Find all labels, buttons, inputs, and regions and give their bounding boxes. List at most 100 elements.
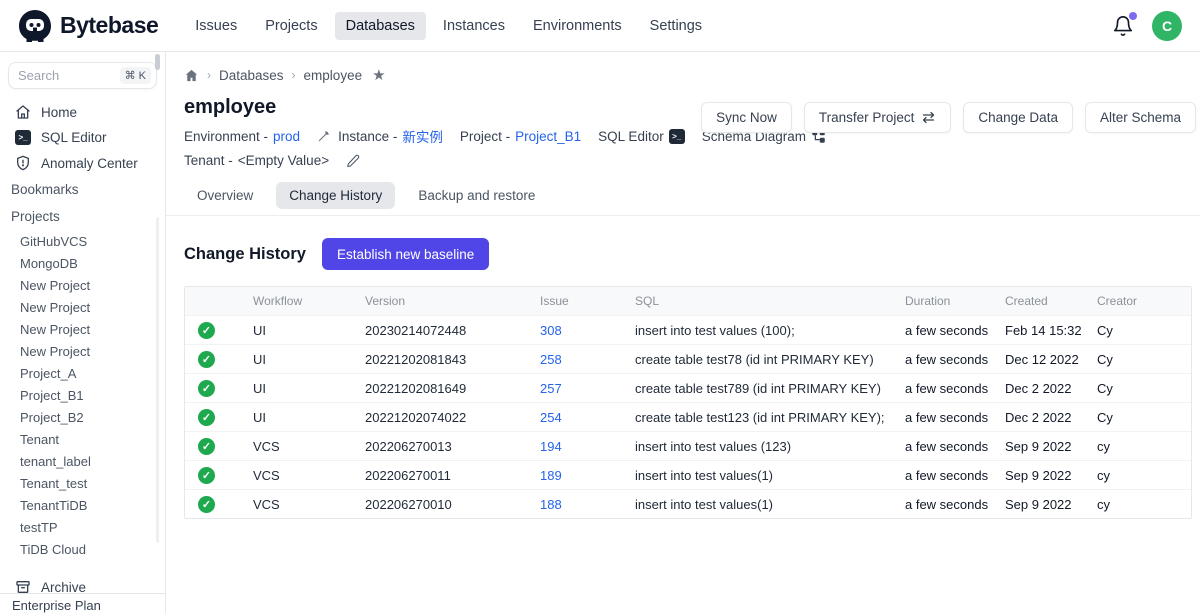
cell-duration: a few seconds [905,468,1005,483]
notifications-button[interactable] [1112,15,1134,37]
cell-issue-link[interactable]: 258 [540,352,635,367]
cell-issue-link[interactable]: 188 [540,497,635,512]
cell-version: 20221202081649 [365,381,540,396]
transfer-arrows-icon [921,111,936,124]
nav-item-projects[interactable]: Projects [254,12,328,40]
shield-icon [15,155,31,171]
sidebar-project-item[interactable]: New Project [0,274,165,296]
change-data-button[interactable]: Change Data [963,102,1073,133]
main-nav: Issues Projects Databases Instances Envi… [184,12,713,40]
sidebar-project-item[interactable]: Tenant_test [0,472,165,494]
sidebar-project-item[interactable]: tenant_label [0,450,165,472]
cell-created: Sep 9 2022 [1005,497,1097,512]
instance-link[interactable]: 新实例 [402,126,443,146]
sidebar-project-item[interactable]: Tenant [0,428,165,450]
transfer-project-button[interactable]: Transfer Project [804,102,952,133]
search-placeholder: Search [18,68,120,83]
cell-issue-link[interactable]: 257 [540,381,635,396]
sidebar-project-item[interactable]: Project_A [0,362,165,384]
main-content: › Databases › employee ★ employee Enviro… [166,52,1200,613]
change-history-table: Workflow Version Issue SQL Duration Crea… [184,286,1192,519]
user-avatar[interactable]: C [1152,11,1182,41]
table-row[interactable]: ✓ VCS 202206270010 188 insert into test … [185,489,1191,518]
table-row[interactable]: ✓ VCS 202206270013 194 insert into test … [185,431,1191,460]
sidebar-project-item[interactable]: Project_B2 [0,406,165,428]
sql-editor-shortcut[interactable]: SQL Editor >_ [598,129,685,144]
cell-issue-link[interactable]: 194 [540,439,635,454]
cell-duration: a few seconds [905,497,1005,512]
table-row[interactable]: ✓ VCS 202206270011 189 insert into test … [185,460,1191,489]
sidebar-section-bookmarks[interactable]: Bookmarks [0,176,165,203]
table-row[interactable]: ✓ UI 20221202081649 257 create table tes… [185,373,1191,402]
nav-item-settings[interactable]: Settings [639,12,713,40]
brand[interactable]: Bytebase [18,9,158,43]
search-input[interactable]: Search ⌘ K [8,62,157,89]
tab-overview[interactable]: Overview [184,182,266,209]
breadcrumb-home-icon[interactable] [184,68,199,83]
edit-pencil-icon[interactable] [346,154,360,168]
sidebar-project-item[interactable]: MongoDB [0,252,165,274]
cell-sql: insert into test values(1) [635,497,905,512]
sidebar-project-item[interactable]: Project_B1 [0,384,165,406]
database-meta-line-2: Tenant - <Empty Value> [184,153,1192,168]
sidebar-project-item[interactable]: GitHubVCS [0,230,165,252]
alter-schema-button[interactable]: Alter Schema [1085,102,1196,133]
cell-creator: Cy [1097,323,1191,338]
cell-created: Dec 12 2022 [1005,352,1097,367]
bytebase-logo-icon [18,9,52,43]
table-row[interactable]: ✓ UI 20221202081843 258 create table tes… [185,344,1191,373]
cell-version: 20221202074022 [365,410,540,425]
cell-workflow: VCS [253,468,365,483]
cell-issue-link[interactable]: 308 [540,323,635,338]
sidebar-project-item[interactable]: New Project [0,340,165,362]
cell-version: 20230214072448 [365,323,540,338]
environment-label: Environment - [184,129,268,144]
status-success-icon: ✓ [198,467,215,484]
sidebar-item-anomaly-center[interactable]: Anomaly Center [0,150,165,176]
environment-link[interactable]: prod [273,129,300,144]
column-header-duration: Duration [905,294,1005,308]
sync-now-button[interactable]: Sync Now [701,102,792,133]
breadcrumb-employee[interactable]: employee [304,68,363,83]
tab-backup-and-restore[interactable]: Backup and restore [405,182,548,209]
notification-dot [1129,12,1137,20]
sidebar-projects-list: GitHubVCS MongoDB New Project New Projec… [0,230,165,560]
chevron-right-icon: › [292,68,296,82]
tab-change-history[interactable]: Change History [276,182,395,209]
column-header-sql: SQL [635,294,905,308]
sidebar-project-item[interactable]: TiDB Cloud [0,538,165,560]
favorite-star-icon[interactable]: ★ [372,66,385,84]
sidebar-project-item[interactable]: New Project [0,318,165,340]
cell-issue-link[interactable]: 189 [540,468,635,483]
sidebar-scrollbar-track[interactable] [156,217,159,543]
status-success-icon: ✓ [198,438,215,455]
cell-duration: a few seconds [905,381,1005,396]
sidebar-item-home[interactable]: Home [0,99,165,125]
cell-sql: create table test789 (id int PRIMARY KEY… [635,381,905,396]
sidebar-item-label: SQL Editor [41,130,107,145]
project-link[interactable]: Project_B1 [515,129,581,144]
table-row[interactable]: ✓ UI 20221202074022 254 create table tes… [185,402,1191,431]
sidebar-project-item[interactable]: TenantTiDB [0,494,165,516]
breadcrumb-databases[interactable]: Databases [219,68,284,83]
cell-creator: Cy [1097,381,1191,396]
cell-issue-link[interactable]: 254 [540,410,635,425]
sidebar-project-item[interactable]: testTP [0,516,165,538]
nav-item-instances[interactable]: Instances [432,12,516,40]
nav-item-issues[interactable]: Issues [184,12,248,40]
table-body: ✓ UI 20230214072448 308 insert into test… [185,315,1191,518]
cell-created: Sep 9 2022 [1005,468,1097,483]
change-history-section-header: Change History Establish new baseline [184,238,1192,270]
cell-creator: cy [1097,468,1191,483]
sidebar-project-item[interactable]: New Project [0,296,165,318]
sidebar-scrollbar-thumb[interactable] [155,54,160,70]
nav-item-databases[interactable]: Databases [335,12,426,40]
establish-baseline-button[interactable]: Establish new baseline [322,238,489,270]
cell-workflow: VCS [253,497,365,512]
column-header-creator: Creator [1097,294,1191,308]
nav-item-environments[interactable]: Environments [522,12,633,40]
sidebar-item-sql-editor[interactable]: >_ SQL Editor [0,125,165,150]
table-row[interactable]: ✓ UI 20230214072448 308 insert into test… [185,315,1191,344]
database-tabs: Overview Change History Backup and resto… [184,182,1192,209]
sidebar-section-projects[interactable]: Projects [0,203,165,230]
